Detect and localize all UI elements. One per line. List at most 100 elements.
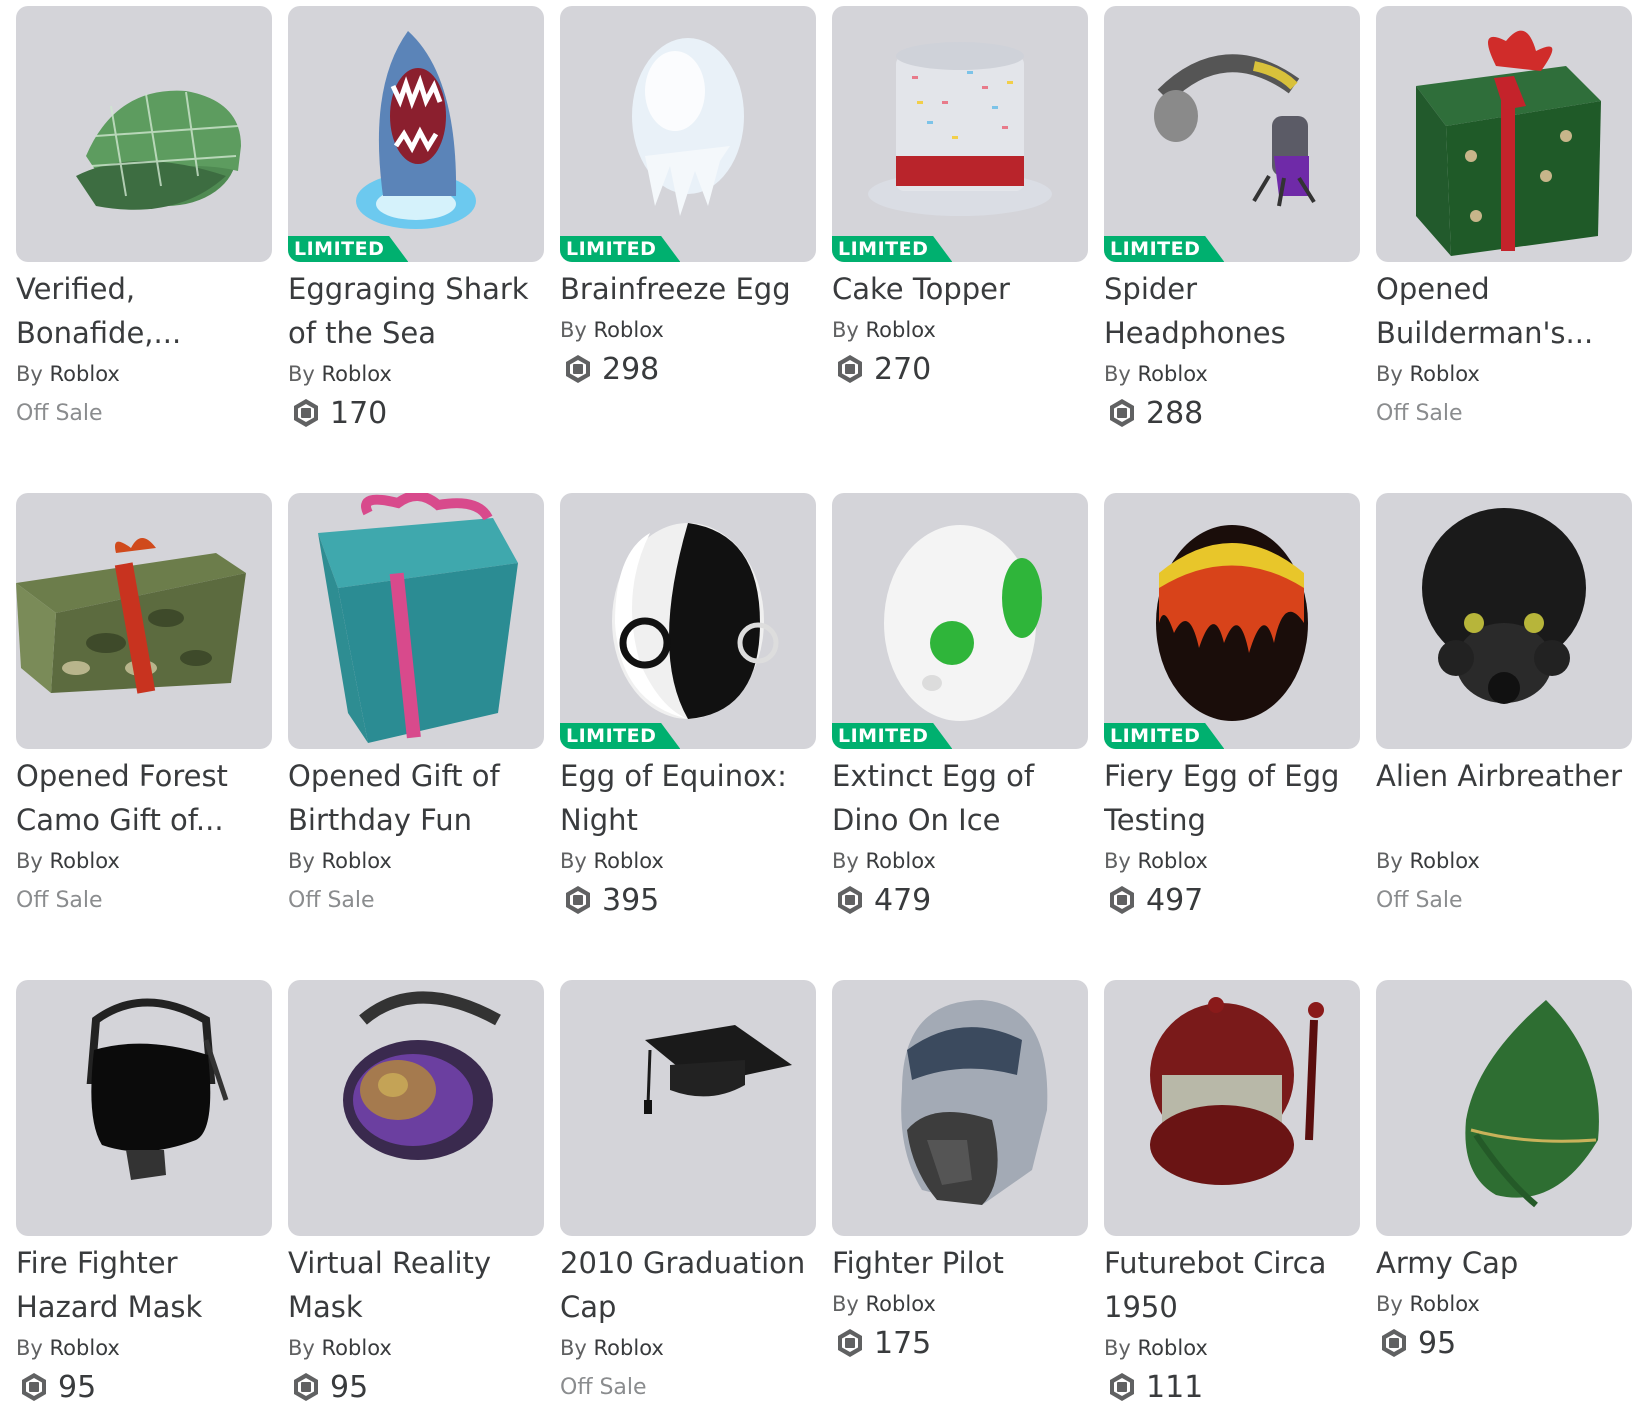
price-row: Off Sale — [1376, 393, 1632, 433]
item-thumbnail[interactable]: LIMITED — [1104, 493, 1360, 749]
robux-icon — [294, 1373, 318, 1401]
catalog-item-card[interactable]: Fire Fighter Hazard Mask By Roblox 95 — [16, 980, 272, 1407]
by-label: By — [16, 362, 43, 386]
creator-link[interactable]: Roblox — [50, 1336, 120, 1360]
catalog-item-card[interactable]: LIMITED Fiery Egg of Egg Testing By Robl… — [1104, 493, 1360, 920]
creator-link[interactable]: Roblox — [1410, 362, 1480, 386]
catalog-item-card[interactable]: Opened Gift of Birthday Fun By Roblox Of… — [288, 493, 544, 920]
item-name[interactable]: Futurebot Circa 1950 — [1104, 1241, 1360, 1329]
item-name[interactable]: Alien Airbreather — [1376, 754, 1632, 842]
creator-link[interactable]: Roblox — [322, 849, 392, 873]
creator-link[interactable]: Roblox — [1410, 849, 1480, 873]
item-thumbnail[interactable] — [1376, 6, 1632, 262]
price-row: Off Sale — [16, 393, 272, 433]
item-name[interactable]: Spider Headphones — [1104, 267, 1360, 355]
catalog-item-card[interactable]: Opened Builderman's... By Roblox Off Sal… — [1376, 6, 1632, 433]
item-name[interactable]: Army Cap — [1376, 1241, 1632, 1285]
off-sale-label: Off Sale — [288, 887, 375, 913]
robux-icon — [566, 355, 590, 383]
item-thumbnail[interactable] — [560, 980, 816, 1236]
item-creator: By Roblox — [832, 846, 1088, 876]
item-name[interactable]: Fiery Egg of Egg Testing — [1104, 754, 1360, 842]
price-row: 288 — [1104, 393, 1360, 433]
creator-link[interactable]: Roblox — [50, 362, 120, 386]
creator-link[interactable]: Roblox — [866, 1292, 936, 1316]
item-name[interactable]: Verified, Bonafide,... — [16, 267, 272, 355]
creator-link[interactable]: Roblox — [322, 1336, 392, 1360]
catalog-item-card[interactable]: Opened Forest Camo Gift of... By Roblox … — [16, 493, 272, 920]
catalog-item-card[interactable]: LIMITED Extinct Egg of Dino On Ice By Ro… — [832, 493, 1088, 920]
item-name[interactable]: Fire Fighter Hazard Mask — [16, 1241, 272, 1329]
creator-link[interactable]: Roblox — [1138, 362, 1208, 386]
item-thumbnail[interactable] — [16, 6, 272, 262]
item-name[interactable]: Egg of Equinox: Night — [560, 754, 816, 842]
limited-badge: LIMITED — [832, 236, 953, 262]
catalog-item-card[interactable]: LIMITED Brainfreeze Egg By Roblox 298 — [560, 6, 816, 389]
item-thumbnail[interactable]: LIMITED — [560, 6, 816, 262]
item-thumbnail[interactable]: LIMITED — [288, 6, 544, 262]
catalog-item-card[interactable]: Virtual Reality Mask By Roblox 95 — [288, 980, 544, 1407]
item-price: 175 — [874, 1325, 932, 1361]
gift-box-icon — [1416, 30, 1601, 256]
item-thumbnail[interactable] — [16, 493, 272, 749]
fiery-egg-icon — [1156, 525, 1308, 721]
limited-badge: LIMITED — [560, 723, 681, 749]
by-label: By — [1104, 362, 1131, 386]
by-label: By — [288, 849, 315, 873]
creator-link[interactable]: Roblox — [866, 849, 936, 873]
item-name[interactable]: 2010 Graduation Cap — [560, 1241, 816, 1329]
catalog-item-card[interactable]: LIMITED Eggraging Shark of the Sea By Ro… — [288, 6, 544, 433]
catalog-item-card[interactable]: 2010 Graduation Cap By Roblox Off Sale — [560, 980, 816, 1407]
item-name[interactable]: Eggraging Shark of the Sea — [288, 267, 544, 355]
item-thumbnail[interactable]: LIMITED — [832, 6, 1088, 262]
item-creator: By Roblox — [288, 846, 544, 876]
by-label: By — [16, 849, 43, 873]
catalog-item-card[interactable]: Verified, Bonafide,... By Roblox Off Sal… — [16, 6, 272, 433]
creator-link[interactable]: Roblox — [50, 849, 120, 873]
catalog-item-card[interactable]: LIMITED Egg of Equinox: Night By Roblox … — [560, 493, 816, 920]
limited-badge: LIMITED — [1104, 236, 1225, 262]
catalog-item-card[interactable]: Futurebot Circa 1950 By Roblox 111 — [1104, 980, 1360, 1407]
item-thumbnail[interactable] — [288, 493, 544, 749]
catalog-grid: Verified, Bonafide,... By Roblox Off Sal… — [0, 0, 1652, 1412]
item-name[interactable]: Cake Topper — [832, 267, 1088, 311]
price-row: 175 — [832, 1323, 1088, 1363]
catalog-item-card[interactable]: Alien Airbreather By Roblox Off Sale — [1376, 493, 1632, 920]
item-name[interactable]: Opened Gift of Birthday Fun — [288, 754, 544, 842]
item-creator: By Roblox — [1104, 1333, 1360, 1363]
creator-link[interactable]: Roblox — [594, 318, 664, 342]
catalog-item-card[interactable]: LIMITED Cake Topper By Roblox 270 — [832, 6, 1088, 389]
item-price: 298 — [602, 351, 660, 387]
creator-link[interactable]: Roblox — [1138, 849, 1208, 873]
by-label: By — [560, 318, 587, 342]
creator-link[interactable]: Roblox — [322, 362, 392, 386]
creator-link[interactable]: Roblox — [866, 318, 936, 342]
item-thumbnail[interactable] — [1104, 980, 1360, 1236]
item-thumbnail[interactable] — [16, 980, 272, 1236]
catalog-item-card[interactable]: LIMITED Spider Headphones By Roblox 288 — [1104, 6, 1360, 433]
creator-link[interactable]: Roblox — [594, 849, 664, 873]
item-price: 479 — [874, 882, 932, 918]
item-creator: By Roblox — [560, 846, 816, 876]
item-name[interactable]: Virtual Reality Mask — [288, 1241, 544, 1329]
item-thumbnail[interactable] — [1376, 980, 1632, 1236]
item-thumbnail[interactable]: LIMITED — [832, 493, 1088, 749]
item-thumbnail[interactable]: LIMITED — [1104, 6, 1360, 262]
catalog-item-card[interactable]: Army Cap By Roblox 95 — [1376, 980, 1632, 1363]
item-thumbnail[interactable] — [288, 980, 544, 1236]
item-name[interactable]: Extinct Egg of Dino On Ice — [832, 754, 1088, 842]
item-thumbnail[interactable] — [1376, 493, 1632, 749]
item-thumbnail[interactable]: LIMITED — [560, 493, 816, 749]
item-name[interactable]: Brainfreeze Egg — [560, 267, 816, 311]
creator-link[interactable]: Roblox — [594, 1336, 664, 1360]
army-cap-icon — [1465, 1000, 1599, 1208]
item-thumbnail[interactable] — [832, 980, 1088, 1236]
price-row: 497 — [1104, 880, 1360, 920]
catalog-item-card[interactable]: Fighter Pilot By Roblox 175 — [832, 980, 1088, 1363]
creator-link[interactable]: Roblox — [1410, 1292, 1480, 1316]
item-name[interactable]: Fighter Pilot — [832, 1241, 1088, 1285]
item-name[interactable]: Opened Forest Camo Gift of... — [16, 754, 272, 842]
robux-icon — [566, 886, 590, 914]
item-name[interactable]: Opened Builderman's... — [1376, 267, 1632, 355]
creator-link[interactable]: Roblox — [1138, 1336, 1208, 1360]
